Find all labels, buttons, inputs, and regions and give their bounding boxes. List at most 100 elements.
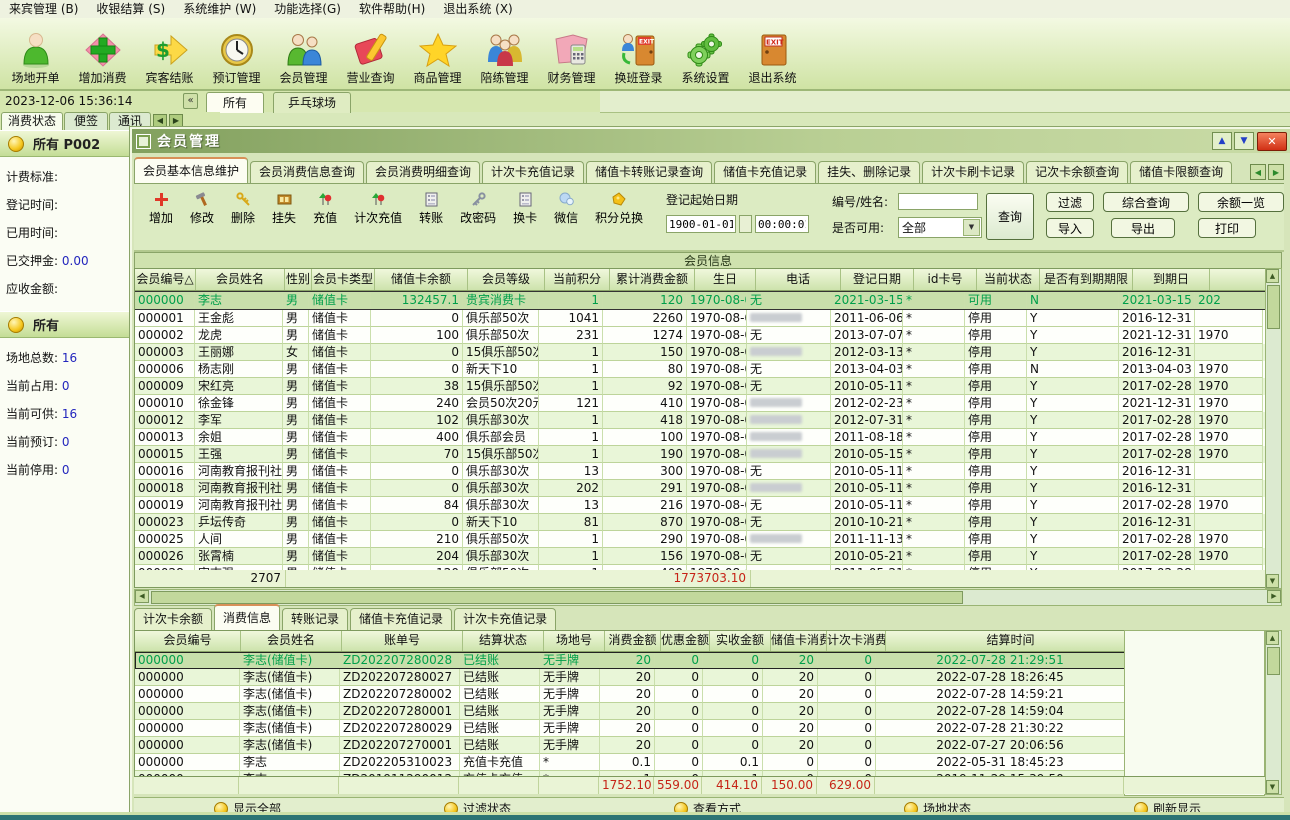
availability-select[interactable]: 全部 ▼ [898, 217, 982, 238]
member-row-000001[interactable]: 000001王金彪男储值卡0俱乐部50次104122601970-08-0201… [135, 310, 1265, 327]
member-table-hscrollbar[interactable]: ◀ ▶ [134, 589, 1282, 606]
detail-row-2[interactable]: 000000李志(储值卡)ZD202207280002已结账无手牌2000200… [135, 686, 1125, 703]
filter-button[interactable]: 过滤 [1046, 192, 1094, 212]
member-col-header-12[interactable]: 当前状态 [977, 269, 1040, 290]
member-row-000015[interactable]: 000015王强男储值卡7015俱乐部50次11901970-08-02010-… [135, 446, 1265, 463]
dialog-tab-9[interactable]: 储值卡限额查询 [1130, 161, 1232, 183]
detail-tab-4[interactable]: 计次卡充值记录 [454, 608, 556, 630]
member-col-header-10[interactable]: 登记日期 [841, 269, 914, 290]
tab-scroll-right-icon[interactable]: ▶ [1268, 164, 1284, 180]
scroll-left-icon[interactable]: ◀ [135, 590, 149, 603]
member-col-header-0[interactable]: 会员编号△ [135, 269, 196, 290]
toolbar-button-9[interactable]: EXIT换班登录 [605, 18, 672, 86]
detail-tab-2[interactable]: 转账记录 [282, 608, 348, 630]
toolbar-button-0[interactable]: 场地开单 [2, 18, 69, 86]
member-row-000016[interactable]: 000016河南教育报刊社男储值卡0俱乐部30次133001970-08-0无2… [135, 463, 1265, 480]
toolbar-button-6[interactable]: 商品管理 [404, 18, 471, 86]
detail-row-5[interactable]: 000000李志(储值卡)ZD202207270001已结账无手牌2000200… [135, 737, 1125, 754]
scrollbar-thumb[interactable] [1267, 285, 1280, 329]
tab-scroll-right-icon[interactable]: ▶ [169, 114, 183, 128]
dialog-tab-4[interactable]: 储值卡转账记录查询 [586, 161, 712, 183]
detail-table-scrollbar[interactable]: ▲ ▼ [1265, 630, 1282, 795]
tab-scroll-left-icon[interactable]: ◀ [1250, 164, 1266, 180]
detail-col-header-9[interactable]: 计次卡消费 [827, 631, 886, 651]
reg-time-input[interactable] [755, 215, 809, 233]
action-password-button[interactable]: 改密码 [455, 190, 501, 228]
member-col-header-8[interactable]: 生日 [695, 269, 756, 290]
toolbar-button-2[interactable]: $宾客结账 [136, 18, 203, 86]
detail-col-header-7[interactable]: 实收金额 [710, 631, 771, 651]
dialog-tab-5[interactable]: 储值卡充值记录 [714, 161, 816, 183]
detail-row-3[interactable]: 000000李志(储值卡)ZD202207280001已结账无手牌2000200… [135, 703, 1125, 720]
detail-col-header-0[interactable]: 会员编号 [135, 631, 241, 651]
action-transfer-button[interactable]: 转账 [414, 190, 448, 228]
toolbar-button-1[interactable]: 增加消费 [69, 18, 136, 86]
dialog-tab-6[interactable]: 挂失、删除记录 [818, 161, 920, 183]
menu-item-5[interactable]: 退出系统 (X) [434, 0, 521, 18]
action-points-button[interactable]: 积分兑换 [590, 190, 648, 228]
menu-item-1[interactable]: 收银结算 (S) [87, 0, 174, 18]
export-button[interactable]: 导出 [1111, 218, 1175, 238]
member-col-header-4[interactable]: 储值卡余额 [375, 269, 468, 290]
member-row-000019[interactable]: 000019河南教育报刊社男储值卡84俱乐部30次132161970-08-0无… [135, 497, 1265, 514]
member-row-000013[interactable]: 000013余姐男储值卡400俱乐部会员11001970-08-02011-08… [135, 429, 1265, 446]
member-row-000000[interactable]: 000000李志男储值卡132457.1贵宾消费卡11201970-08-0无2… [135, 291, 1265, 310]
detail-row-6[interactable]: 000000李志ZD202205310023充值卡充值*0.100.100202… [135, 754, 1125, 771]
detail-tab-0[interactable]: 计次卡余额 [134, 608, 212, 630]
member-col-header-9[interactable]: 电话 [756, 269, 841, 290]
action-add-button[interactable]: 增加 [144, 190, 178, 228]
toolbar-button-10[interactable]: 系统设置 [672, 18, 739, 86]
detail-col-header-8[interactable]: 储值卡消费 [771, 631, 827, 651]
venue-tab-0[interactable]: 所有 [206, 92, 264, 113]
menu-item-3[interactable]: 功能选择(G) [265, 0, 350, 18]
menu-item-0[interactable]: 来宾管理 (B) [0, 0, 87, 18]
venue-tab-1[interactable]: 乒乓球场 [273, 92, 351, 113]
action-delete-button[interactable]: 删除 [226, 190, 260, 228]
member-col-header-3[interactable]: 会员卡类型 [312, 269, 375, 290]
action-wechat-button[interactable]: 微信 [549, 190, 583, 228]
minimize-button[interactable]: ▲ [1212, 132, 1232, 150]
scroll-up-icon[interactable]: ▲ [1266, 631, 1279, 645]
dialog-tab-0[interactable]: 会员基本信息维护 [134, 157, 248, 183]
member-search-input[interactable] [898, 193, 978, 210]
toolbar-button-5[interactable]: 营业查询 [337, 18, 404, 86]
member-col-header-2[interactable]: 性别 [285, 269, 312, 290]
scrollbar-thumb[interactable] [1267, 647, 1280, 675]
action-recharge-button[interactable]: 充值 [308, 190, 342, 228]
detail-col-header-5[interactable]: 消费金额 [605, 631, 661, 651]
member-table-scrollbar[interactable]: ▲ ▼ [1265, 268, 1282, 589]
member-row-000023[interactable]: 000023乒坛传奇男储值卡0新天下10818701970-08-0无2010-… [135, 514, 1265, 531]
toolbar-button-11[interactable]: EXIT退出系统 [739, 18, 806, 86]
scroll-right-icon[interactable]: ▶ [1267, 590, 1281, 603]
sidebar-tab-0[interactable]: 消费状态 [1, 112, 63, 130]
print-button[interactable]: 打印 [1198, 218, 1256, 238]
detail-row-0[interactable]: 000000李志(储值卡)ZD202207280028已结账无手牌2000200… [135, 652, 1125, 669]
toolbar-button-8[interactable]: 财务管理 [538, 18, 605, 86]
dialog-titlebar[interactable]: 会员管理 ▲ ▼ ✕ [132, 129, 1290, 153]
member-col-header-14[interactable]: 到期日 [1133, 269, 1210, 290]
reg-date-input[interactable] [666, 215, 736, 233]
query-button[interactable]: 查询 [986, 193, 1034, 240]
member-col-header-5[interactable]: 会员等级 [468, 269, 545, 290]
member-col-header-1[interactable]: 会员姓名 [196, 269, 285, 290]
toolbar-button-3[interactable]: 预订管理 [203, 18, 270, 86]
chevron-down-icon[interactable]: ▼ [963, 219, 980, 236]
action-count-recharge-button[interactable]: 计次充值 [349, 190, 407, 228]
detail-tab-1[interactable]: 消费信息 [214, 604, 280, 630]
close-button[interactable]: ✕ [1257, 132, 1287, 151]
dialog-tab-1[interactable]: 会员消费信息查询 [250, 161, 364, 183]
detail-col-header-10[interactable]: 结算时间 [886, 631, 1136, 651]
tab-scroll-left-icon[interactable]: ◀ [153, 114, 167, 128]
dialog-tab-2[interactable]: 会员消费明细查询 [366, 161, 480, 183]
member-col-header-6[interactable]: 当前积分 [545, 269, 610, 290]
member-col-header-13[interactable]: 是否有到期期限 [1040, 269, 1133, 290]
detail-col-header-6[interactable]: 优惠金额 [661, 631, 710, 651]
member-row-000003[interactable]: 000003王丽娜女储值卡015俱乐部50次11501970-08-02012-… [135, 344, 1265, 361]
action-change-card-button[interactable]: 换卡 [508, 190, 542, 228]
member-row-000025[interactable]: 000025人间男储值卡210俱乐部50次12901970-08-02011-1… [135, 531, 1265, 548]
dialog-tab-7[interactable]: 计次卡刷卡记录 [922, 161, 1024, 183]
member-row-000002[interactable]: 000002龙虎男储值卡100俱乐部50次23112741970-08-0无20… [135, 327, 1265, 344]
action-edit-button[interactable]: 修改 [185, 190, 219, 228]
member-col-header-7[interactable]: 累计消费金额 [610, 269, 695, 290]
dialog-tab-8[interactable]: 记次卡余额查询 [1026, 161, 1128, 183]
